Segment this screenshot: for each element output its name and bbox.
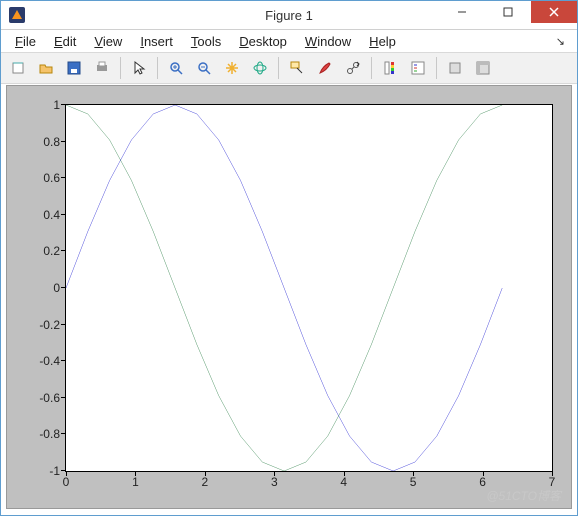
x-tick-mark xyxy=(135,471,136,476)
toolbar-separator xyxy=(371,57,372,79)
y-tick-mark xyxy=(61,360,66,361)
x-tick-mark xyxy=(274,471,275,476)
hide-plot-tools-icon xyxy=(447,60,463,76)
brush-button[interactable] xyxy=(312,55,338,81)
x-tick-mark xyxy=(344,471,345,476)
x-tick-mark xyxy=(66,471,67,476)
pointer-icon xyxy=(131,60,147,76)
series-sin(x) xyxy=(66,105,502,471)
data-cursor-button[interactable] xyxy=(284,55,310,81)
figure-canvas: -1-0.8-0.6-0.4-0.200.20.40.60.8101234567… xyxy=(6,85,572,509)
toolbar-separator xyxy=(157,57,158,79)
menu-desktop[interactable]: Desktop xyxy=(231,32,295,51)
axes-container: -1-0.8-0.6-0.4-0.200.20.40.60.8101234567 xyxy=(65,104,553,472)
y-tick-mark xyxy=(61,214,66,215)
y-tick-label: 0.6 xyxy=(43,171,66,185)
save-button[interactable] xyxy=(61,55,87,81)
open-icon xyxy=(38,60,54,76)
data-cursor-icon xyxy=(289,60,305,76)
menu-insert[interactable]: Insert xyxy=(132,32,181,51)
menu-edit[interactable]: Edit xyxy=(46,32,84,51)
toolbar xyxy=(1,52,577,84)
show-plot-tools-button[interactable] xyxy=(470,55,496,81)
window-buttons xyxy=(439,1,577,23)
menu-tools[interactable]: Tools xyxy=(183,32,229,51)
y-tick-mark xyxy=(61,287,66,288)
brush-icon xyxy=(317,60,333,76)
y-tick-label: -0.8 xyxy=(39,427,66,441)
matlab-app-icon xyxy=(9,7,25,23)
y-tick-mark xyxy=(61,397,66,398)
axes[interactable]: -1-0.8-0.6-0.4-0.200.20.40.60.8101234567 xyxy=(65,104,553,472)
print-icon xyxy=(94,60,110,76)
link-icon xyxy=(345,60,361,76)
y-tick-mark xyxy=(61,250,66,251)
new-figure-button[interactable] xyxy=(5,55,31,81)
link-button[interactable] xyxy=(340,55,366,81)
y-tick-mark xyxy=(61,324,66,325)
save-icon xyxy=(66,60,82,76)
dock-icon[interactable]: ↘ xyxy=(548,33,571,50)
y-tick-mark xyxy=(61,104,66,105)
pan-icon xyxy=(224,60,240,76)
insert-legend-button[interactable] xyxy=(405,55,431,81)
insert-legend-icon xyxy=(410,60,426,76)
zoom-out-icon xyxy=(196,60,212,76)
menu-window[interactable]: Window xyxy=(297,32,359,51)
print-button[interactable] xyxy=(89,55,115,81)
y-tick-mark xyxy=(61,177,66,178)
titlebar[interactable]: Figure 1 xyxy=(1,1,577,30)
menu-help[interactable]: Help xyxy=(361,32,404,51)
plot-lines xyxy=(66,105,552,471)
y-tick-label: 0.8 xyxy=(43,135,66,149)
x-tick-mark xyxy=(413,471,414,476)
insert-colorbar-icon xyxy=(382,60,398,76)
maximize-button[interactable] xyxy=(485,1,531,23)
hide-plot-tools-button[interactable] xyxy=(442,55,468,81)
close-button[interactable] xyxy=(531,1,577,23)
y-tick-label: 0.2 xyxy=(43,244,66,258)
rotate-3d-button[interactable] xyxy=(247,55,273,81)
y-tick-label: 1 xyxy=(53,98,66,112)
zoom-in-icon xyxy=(168,60,184,76)
figure-window: Figure 1 FileEditViewInsertToolsDesktopW… xyxy=(0,0,578,516)
y-tick-mark xyxy=(61,141,66,142)
menubar: FileEditViewInsertToolsDesktopWindowHelp… xyxy=(1,30,577,52)
x-tick-mark xyxy=(483,471,484,476)
new-figure-icon xyxy=(10,60,26,76)
y-tick-label: -0.6 xyxy=(39,391,66,405)
show-plot-tools-icon xyxy=(475,60,491,76)
watermark: @51CTO博客 xyxy=(486,487,561,504)
y-tick-label: -0.2 xyxy=(39,318,66,332)
pan-button[interactable] xyxy=(219,55,245,81)
minimize-button[interactable] xyxy=(439,1,485,23)
zoom-in-button[interactable] xyxy=(163,55,189,81)
x-tick-mark xyxy=(205,471,206,476)
rotate-3d-icon xyxy=(252,60,268,76)
open-button[interactable] xyxy=(33,55,59,81)
menu-view[interactable]: View xyxy=(86,32,130,51)
toolbar-separator xyxy=(120,57,121,79)
y-tick-label: 0 xyxy=(53,281,66,295)
pointer-button[interactable] xyxy=(126,55,152,81)
toolbar-separator xyxy=(436,57,437,79)
menu-file[interactable]: File xyxy=(7,32,44,51)
x-tick-mark xyxy=(552,471,553,476)
y-tick-label: 0.4 xyxy=(43,208,66,222)
y-tick-label: -0.4 xyxy=(39,354,66,368)
insert-colorbar-button[interactable] xyxy=(377,55,403,81)
toolbar-separator xyxy=(278,57,279,79)
y-tick-mark xyxy=(61,433,66,434)
zoom-out-button[interactable] xyxy=(191,55,217,81)
